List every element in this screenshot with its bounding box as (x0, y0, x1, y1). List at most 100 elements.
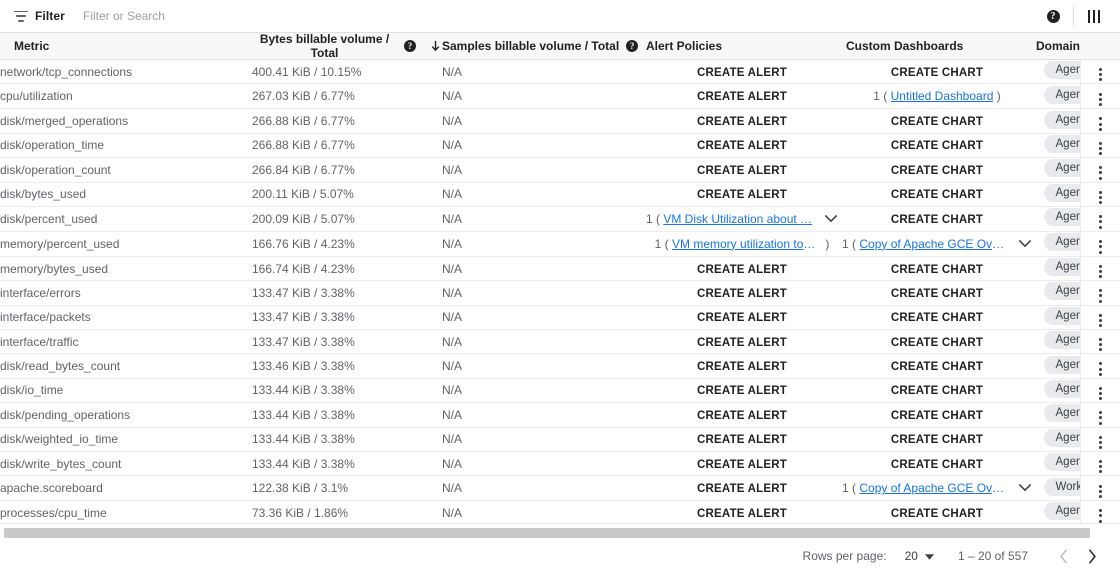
table-row[interactable]: disk/merged_operations 266.88 KiB / 6.77%… (0, 108, 1120, 134)
expand-chevron-down-icon[interactable] (1018, 481, 1032, 495)
table-row[interactable]: disk/weighted_io_time 133.44 KiB / 3.38% N… (0, 427, 1120, 452)
create-alert-button[interactable]: CREATE ALERT (697, 434, 787, 446)
table-row[interactable]: disk/operation_time 266.88 KiB / 6.77% N/A… (0, 133, 1120, 159)
create-alert-button[interactable]: CREATE ALERT (697, 116, 787, 128)
expand-chevron-down-icon[interactable] (1018, 237, 1032, 251)
create-alert-button[interactable]: CREATE ALERT (697, 337, 787, 349)
dashboard-link[interactable]: Copy of Apache GCE Over… (859, 481, 1006, 495)
table-row[interactable]: disk/percent_used 200.09 KiB / 5.07% N/A 1 … (0, 206, 1120, 232)
table-row[interactable]: cpu/utilization 267.03 KiB / 6.77% N/A CREA… (0, 83, 1120, 110)
row-overflow-menu-icon[interactable] (1097, 238, 1104, 255)
row-overflow-menu-icon[interactable] (1097, 91, 1104, 108)
search-input[interactable] (80, 4, 1037, 28)
create-chart-button[interactable]: CREATE CHART (891, 140, 983, 152)
table-row[interactable]: disk/io_time 133.44 KiB / 3.38% N/A CREATE … (0, 378, 1120, 404)
dashboard-link[interactable]: Untitled Dashboard (891, 89, 994, 103)
create-chart-button[interactable]: CREATE CHART (891, 361, 983, 373)
column-header-domain[interactable]: Domain (1032, 33, 1080, 60)
create-chart-button[interactable]: CREATE CHART (891, 189, 983, 201)
create-chart-button[interactable]: CREATE CHART (891, 337, 983, 349)
create-chart-button[interactable]: CREATE CHART (891, 165, 983, 177)
create-chart-button[interactable]: CREATE CHART (891, 214, 983, 226)
table-row[interactable]: processes/cpu_time 73.36 KiB / 1.86% N/A CR… (0, 500, 1120, 523)
row-overflow-menu-icon[interactable] (1097, 263, 1104, 280)
row-overflow-menu-icon[interactable] (1097, 409, 1104, 426)
create-chart-button[interactable]: CREATE CHART (891, 116, 983, 128)
table-row[interactable]: memory/percent_used 166.76 KiB / 4.23% N/A… (0, 231, 1120, 257)
create-alert-button[interactable]: CREATE ALERT (697, 140, 787, 152)
create-chart-button[interactable]: CREATE CHART (891, 288, 983, 300)
row-overflow-menu-icon[interactable] (1097, 287, 1104, 304)
row-overflow-menu-icon[interactable] (1097, 115, 1104, 132)
create-alert-button[interactable]: CREATE ALERT (697, 508, 787, 520)
create-alert-button[interactable]: CREATE ALERT (697, 67, 787, 79)
create-alert-button[interactable]: CREATE ALERT (697, 189, 787, 201)
horizontal-scrollbar[interactable] (0, 523, 1120, 538)
table-row[interactable]: disk/read_bytes_count 133.46 KiB / 3.38% N… (0, 353, 1120, 379)
create-alert-button[interactable]: CREATE ALERT (697, 288, 787, 300)
filter-button[interactable]: Filter (14, 9, 65, 23)
row-overflow-menu-icon[interactable] (1097, 360, 1104, 377)
row-overflow-menu-icon[interactable] (1097, 336, 1104, 353)
table-row[interactable]: interface/traffic 133.47 KiB / 3.38% N/A CR… (0, 329, 1120, 355)
create-chart-button[interactable]: CREATE CHART (891, 434, 983, 446)
alert-policy-link[interactable]: VM memory utilization too high (672, 237, 822, 251)
create-alert-button[interactable]: CREATE ALERT (697, 361, 787, 373)
table-row[interactable]: memory/bytes_used 166.74 KiB / 4.23% N/A CR… (0, 256, 1120, 282)
alert-policy-link[interactable]: VM Disk Utilization about … (663, 212, 812, 226)
row-overflow-menu-icon[interactable] (1097, 312, 1104, 329)
create-alert-button[interactable]: CREATE ALERT (697, 410, 787, 422)
scrollbar-track[interactable] (0, 526, 1120, 538)
create-chart-button[interactable]: CREATE CHART (891, 385, 983, 397)
row-overflow-menu-icon[interactable] (1097, 385, 1104, 402)
column-settings-button[interactable] (1078, 1, 1110, 31)
column-header-metric[interactable]: Metric (0, 33, 252, 60)
row-overflow-menu-icon[interactable] (1097, 507, 1104, 523)
create-chart-button[interactable]: CREATE CHART (891, 459, 983, 471)
table-row[interactable]: interface/packets 133.47 KiB / 3.38% N/A CR… (0, 305, 1120, 331)
samples-help-icon[interactable]: ? (626, 40, 639, 52)
domain-badge: Agent (1043, 379, 1080, 398)
table-row[interactable]: disk/write_bytes_count 133.44 KiB / 3.38%… (0, 451, 1120, 477)
row-overflow-menu-icon[interactable] (1097, 458, 1104, 475)
create-alert-button[interactable]: CREATE ALERT (697, 483, 787, 495)
create-chart-button[interactable]: CREATE CHART (891, 312, 983, 324)
column-header-bytes-billable-volume[interactable]: Bytes billable volume / Total ? (252, 33, 442, 60)
create-alert-button[interactable]: CREATE ALERT (697, 459, 787, 471)
table-row[interactable]: disk/bytes_used 200.11 KiB / 5.07% N/A CREA… (0, 182, 1120, 207)
cell-custom-dashboards: CREATE CHART (842, 256, 1032, 282)
expand-chevron-down-icon[interactable] (824, 212, 838, 226)
column-header-samples-billable-volume[interactable]: Samples billable volume / Total ? (442, 33, 642, 60)
row-overflow-menu-icon[interactable] (1097, 140, 1104, 157)
create-alert-button[interactable]: CREATE ALERT (697, 312, 787, 324)
help-button[interactable]: ? (1037, 1, 1069, 31)
row-overflow-menu-icon[interactable] (1097, 66, 1104, 83)
row-overflow-menu-icon[interactable] (1097, 164, 1104, 181)
create-chart-button[interactable]: CREATE CHART (891, 508, 983, 520)
create-alert-button[interactable]: CREATE ALERT (697, 264, 787, 276)
row-overflow-menu-icon[interactable] (1097, 434, 1104, 451)
table-row[interactable]: apache.scoreboard 122.38 KiB / 3.1% N/A CRE… (0, 475, 1120, 502)
column-header-custom-dashboards[interactable]: Custom Dashboards (842, 33, 1032, 60)
previous-page-button[interactable] (1050, 542, 1078, 570)
table-row[interactable]: disk/pending_operations 133.44 KiB / 3.38… (0, 402, 1120, 428)
create-alert-button[interactable]: CREATE ALERT (697, 165, 787, 177)
next-page-button[interactable] (1078, 542, 1106, 570)
table-row[interactable]: interface/errors 133.47 KiB / 3.38% N/A CRE… (0, 280, 1120, 306)
create-alert-button[interactable]: CREATE ALERT (697, 91, 787, 103)
table-row[interactable]: network/tcp_connections 400.41 KiB / 10.1… (0, 59, 1120, 85)
create-chart-button[interactable]: CREATE CHART (891, 264, 983, 276)
create-alert-button[interactable]: CREATE ALERT (697, 385, 787, 397)
scrollbar-thumb[interactable] (4, 528, 1090, 538)
row-overflow-menu-icon[interactable] (1097, 483, 1104, 500)
row-overflow-menu-icon[interactable] (1097, 213, 1104, 230)
row-overflow-menu-icon[interactable] (1097, 189, 1104, 206)
column-header-alert-policies[interactable]: Alert Policies (642, 33, 842, 60)
table-row[interactable]: disk/operation_count 266.84 KiB / 6.77% N/… (0, 157, 1120, 183)
bytes-help-icon[interactable]: ? (404, 40, 416, 52)
dashboard-link[interactable]: Copy of Apache GCE Over… (859, 237, 1006, 251)
sort-descending-icon[interactable] (429, 39, 442, 53)
rows-per-page-select[interactable]: 20 (905, 549, 934, 563)
create-chart-button[interactable]: CREATE CHART (891, 410, 983, 422)
create-chart-button[interactable]: CREATE CHART (891, 67, 983, 79)
